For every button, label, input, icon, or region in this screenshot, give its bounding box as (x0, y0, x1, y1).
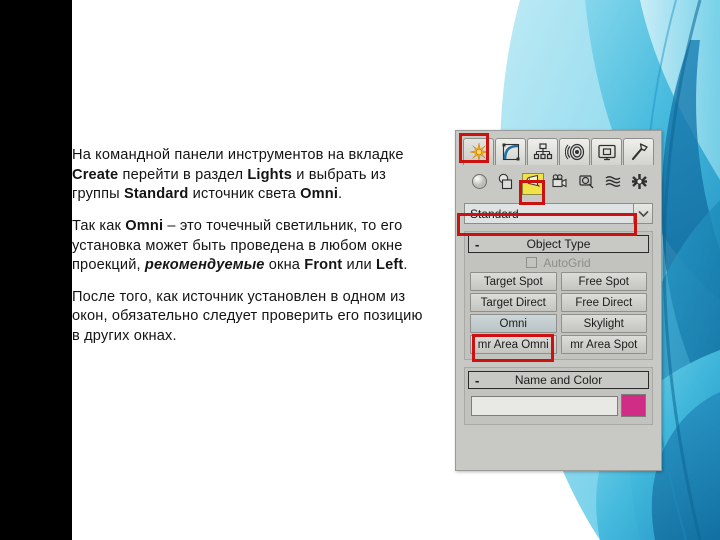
command-panel-tab-row (463, 138, 655, 166)
text-run: Left (376, 257, 404, 274)
object-color-swatch[interactable] (621, 394, 646, 417)
slide-canvas: На командной панели инструментов на вкла… (0, 0, 720, 540)
text-run: . (338, 186, 343, 203)
object-type-rollout: - Object Type AutoGrid Target Spot Free … (464, 231, 653, 360)
waves-icon (605, 173, 622, 195)
light-type-dropdown[interactable]: Standard (464, 203, 653, 224)
object-name-input[interactable] (471, 395, 618, 416)
text-run: Create (72, 166, 119, 183)
name-and-color-title: Name and Color (514, 373, 603, 387)
object-button-target-direct[interactable]: Target Direct (470, 293, 557, 312)
paragraph-1: На командной панели инструментов на вкла… (72, 146, 424, 205)
category-shapes[interactable] (495, 173, 517, 195)
text-run: источник света (188, 186, 301, 203)
light-type-dropdown-value[interactable]: Standard (464, 203, 633, 224)
text-run: Front (304, 257, 343, 274)
text-run: окна (264, 257, 305, 274)
left-black-bar (0, 0, 72, 540)
name-and-color-row (468, 389, 649, 421)
paragraph-2: Так как Omni – это точечный светильник, … (72, 217, 424, 276)
tab-display[interactable] (591, 138, 622, 165)
command-panel-category-row (468, 171, 651, 197)
autogrid-row[interactable]: AutoGrid (468, 253, 649, 272)
autogrid-label: AutoGrid (543, 255, 591, 270)
object-type-button-grid: Target Spot Free Spot Target Direct Free… (468, 272, 649, 356)
category-geometry[interactable] (468, 173, 490, 195)
hierarchy-icon (533, 142, 553, 162)
tab-motion[interactable] (559, 138, 590, 165)
star-icon (469, 142, 489, 162)
name-and-color-rollout-header[interactable]: - Name and Color (468, 371, 649, 389)
text-run: После того, как источник установлен в од… (72, 288, 423, 344)
display-monitor-icon (597, 142, 617, 162)
systems-gear-icon (631, 173, 648, 195)
hammer-icon (629, 142, 649, 162)
object-type-rollout-header[interactable]: - Object Type (468, 235, 649, 253)
camera-icon (551, 173, 568, 195)
modify-arc-icon (501, 142, 521, 162)
object-button-omni[interactable]: Omni (470, 314, 557, 333)
category-helpers[interactable] (575, 173, 597, 195)
tab-hierarchy[interactable] (527, 138, 558, 165)
tab-utilities[interactable] (623, 138, 654, 165)
sphere-icon (471, 173, 488, 195)
text-run: Omni (125, 217, 164, 234)
body-text-block: На командной панели инструментов на вкла… (72, 146, 424, 347)
text-run: Omni (300, 186, 339, 203)
collapse-icon[interactable]: - (475, 238, 479, 251)
text-run: перейти в раздел (118, 166, 248, 183)
category-systems[interactable] (629, 173, 651, 195)
autogrid-checkbox[interactable] (526, 257, 538, 268)
tab-create[interactable] (463, 138, 494, 165)
object-button-target-spot[interactable]: Target Spot (470, 272, 557, 291)
category-cameras[interactable] (548, 173, 570, 195)
text-run: Lights (247, 166, 293, 183)
text-run: Standard (123, 186, 189, 203)
light-bulb-icon (524, 173, 541, 195)
collapse-icon[interactable]: - (475, 374, 479, 387)
object-button-mr-area-spot[interactable]: mr Area Spot (560, 335, 647, 354)
object-type-title: Object Type (526, 237, 591, 251)
motion-rings-icon (564, 142, 585, 162)
text-run: Так как (72, 217, 126, 234)
chevron-down-icon[interactable] (633, 203, 653, 224)
text-run: или (342, 257, 376, 274)
object-button-skylight[interactable]: Skylight (560, 314, 647, 333)
command-panel: Standard - Object Type AutoGrid Target S… (455, 130, 662, 471)
category-spacewarps[interactable] (602, 173, 624, 195)
text-run: рекомендуемые (144, 257, 265, 274)
object-button-mr-area-omni[interactable]: mr Area Omni (470, 335, 557, 354)
object-button-free-direct[interactable]: Free Direct (560, 293, 647, 312)
name-and-color-rollout: - Name and Color (464, 367, 653, 425)
object-button-free-spot[interactable]: Free Spot (560, 272, 647, 291)
tab-modify[interactable] (495, 138, 526, 165)
text-run: . (403, 257, 408, 274)
paragraph-3: После того, как источник установлен в од… (72, 288, 424, 347)
text-run: На командной панели инструментов на вкла… (72, 147, 404, 163)
tape-measure-icon (578, 173, 595, 195)
shapes-icon (497, 173, 514, 195)
category-lights[interactable] (521, 173, 544, 195)
